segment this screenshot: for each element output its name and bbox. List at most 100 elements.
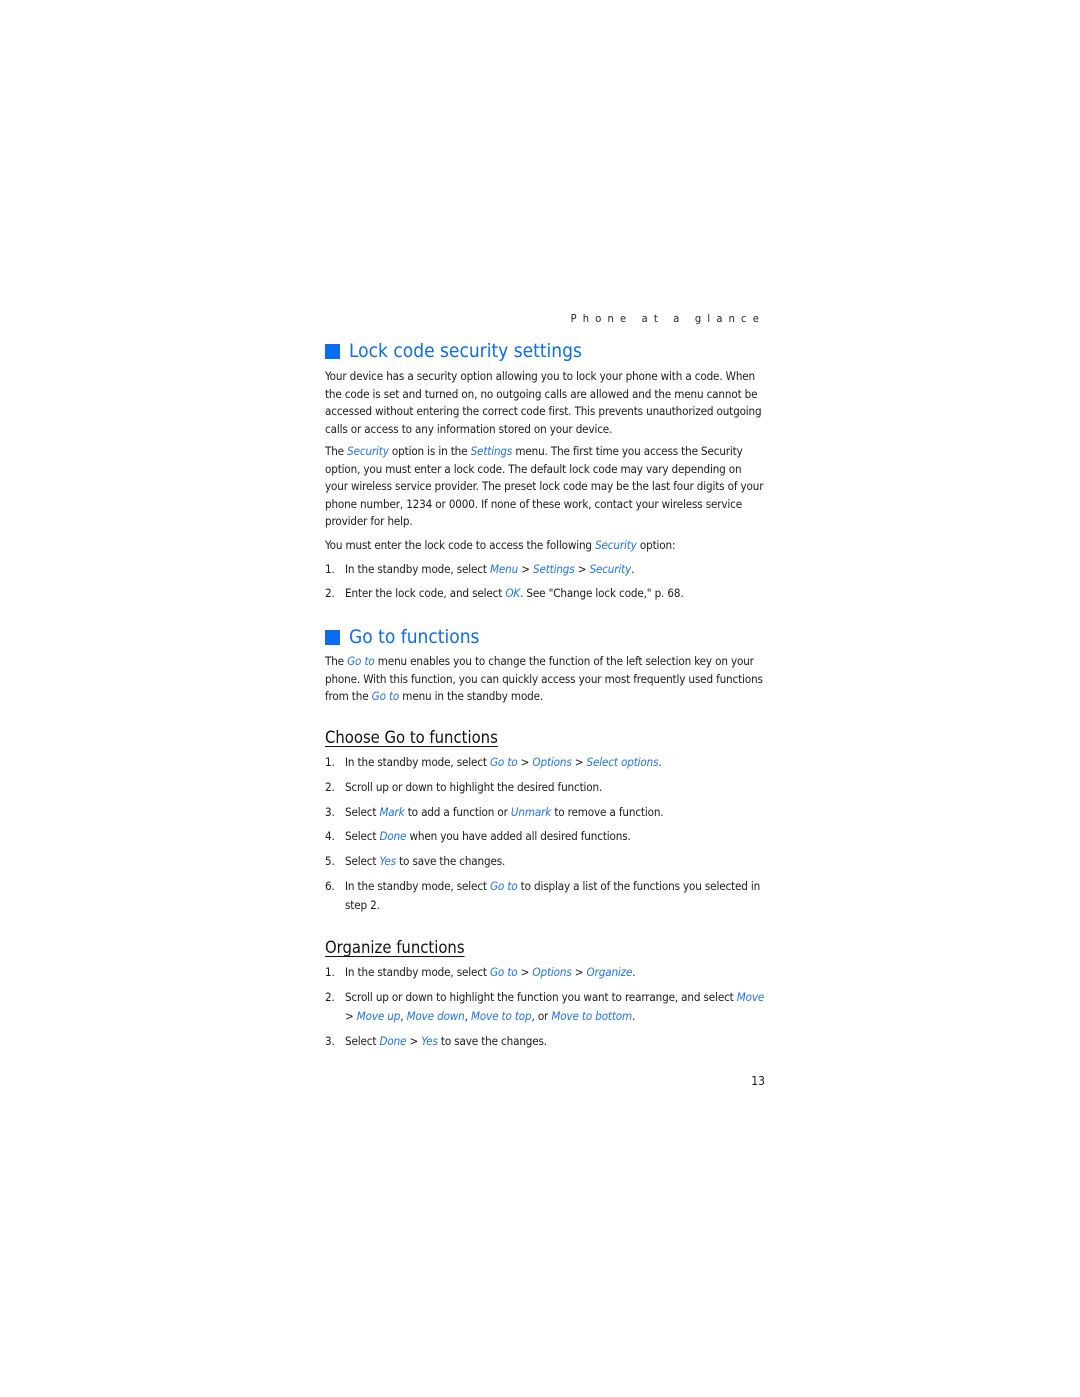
text-run: > [518, 562, 533, 576]
step-text: In the standby mode, select Go to > Opti… [345, 753, 767, 772]
step-text: Select Mark to add a function or Unmark … [345, 803, 767, 822]
step-item: 6. In the standby mode, select Go to to d… [325, 877, 767, 915]
text-run: , or [531, 1009, 552, 1023]
step-item: 1. In the standby mode, select Go to > Op… [325, 753, 767, 772]
text-run: to save the changes. [395, 854, 506, 868]
step-number: 3. [325, 1034, 335, 1048]
step-number: 1. [325, 755, 335, 769]
text-run: to remove a function. [551, 805, 664, 819]
menu-path-term: Options [532, 965, 572, 979]
menu-path-term: Settings [532, 562, 575, 576]
text-run: to add a function or [404, 805, 511, 819]
menu-path-term: Options [532, 755, 572, 769]
step-item: 3. Select Done > Yes to save the changes. [325, 1032, 767, 1051]
text-run: > [517, 965, 533, 979]
menu-path-term: Go to [490, 879, 518, 893]
text-run: Scroll up or down to highlight the desir… [345, 780, 603, 794]
step-item: 1. In the standby mode, select Menu > Set… [325, 560, 767, 579]
step-item: 1. In the standby mode, select Go to > Op… [325, 963, 767, 982]
menu-path-term: Done [379, 829, 407, 843]
menu-path-term: Go to [490, 965, 518, 979]
text-run: In the standby mode, select [345, 879, 490, 893]
text-run: when you have added all desired function… [406, 829, 631, 843]
step-text: Select Done > Yes to save the changes. [345, 1032, 767, 1051]
text-run: Select [345, 829, 380, 843]
step-text: Enter the lock code, and select OK. See … [345, 584, 767, 603]
step-item: 3. Select Mark to add a function or Unmar… [325, 803, 767, 822]
step-item: 2. Scroll up or down to highlight the fun… [325, 988, 767, 1026]
text-run: In the standby mode, select [345, 562, 490, 576]
subheading-organize: Organize functions [325, 938, 465, 957]
subheading-choose-go-to: Choose Go to functions [325, 728, 498, 747]
text-run: Select [345, 805, 380, 819]
menu-path-term: Security [347, 444, 389, 458]
text-run: > [517, 755, 533, 769]
step-item: 4. Select Done when you have added all de… [325, 827, 767, 846]
text-run: > [571, 965, 587, 979]
text-run: . [632, 965, 636, 979]
text-run: to save the changes. [437, 1034, 547, 1048]
menu-path-term: Yes [379, 854, 396, 868]
heading-square-icon [325, 343, 340, 359]
menu-path-term: Settings [470, 444, 513, 458]
text-run: option: [636, 538, 676, 552]
text-run: . See "Change lock code," p. 68. [520, 586, 684, 600]
text-run: . [631, 562, 635, 576]
text-run: In the standby mode, select [345, 755, 490, 769]
step-text: In the standby mode, select Go to to dis… [345, 877, 767, 915]
running-head: Phone at a glance [570, 312, 765, 325]
menu-path-term: Select options [586, 755, 659, 769]
text-run: You must enter the lock code to access t… [325, 538, 596, 552]
text-run: > [406, 1034, 422, 1048]
goto-intro-paragraph: The Go to menu enables you to change the… [325, 653, 767, 706]
text-run: > [574, 562, 590, 576]
heading-square-icon [325, 629, 340, 645]
section-heading-lock-code: Lock code security settings [325, 340, 582, 362]
step-text: Scroll up or down to highlight the funct… [345, 988, 767, 1026]
menu-path-term: Go to [490, 755, 518, 769]
text-run: Scroll up or down to highlight the funct… [345, 990, 737, 1004]
step-text: Select Done when you have added all desi… [345, 827, 767, 846]
heading-text: Go to functions [349, 626, 480, 648]
menu-path-term: Menu [490, 562, 519, 576]
step-item: 2. Scroll up or down to highlight the des… [325, 778, 767, 797]
step-text: In the standby mode, select Go to > Opti… [345, 963, 767, 982]
text-run: Enter the lock code, and select [345, 586, 506, 600]
step-item: 2. Enter the lock code, and select OK. Se… [325, 584, 767, 603]
text-run: menu in the standby mode. [399, 689, 544, 704]
text-run: Select [345, 854, 380, 868]
step-number: 1. [325, 965, 335, 979]
page-number: 13 [751, 1074, 765, 1088]
text-run: . [632, 1009, 636, 1023]
menu-path-term: Move down [406, 1009, 465, 1023]
step-item: 5. Select Yes to save the changes. [325, 852, 767, 871]
text-run: Select [345, 1034, 380, 1048]
text-run: > [571, 755, 587, 769]
menu-path-term: Mark [379, 805, 405, 819]
menu-path-term: OK [505, 586, 521, 600]
step-number: 4. [325, 829, 335, 843]
menu-path-term: Done [379, 1034, 407, 1048]
step-number: 3. [325, 805, 335, 819]
text-run: > [345, 1009, 357, 1023]
lock-security-paragraph: The Security option is in the Settings m… [325, 443, 767, 531]
lock-intro-paragraph: Your device has a security option allowi… [325, 369, 762, 436]
step-text: Select Yes to save the changes. [345, 852, 767, 871]
heading-text: Lock code security settings [349, 340, 582, 362]
text-run: The [325, 654, 348, 668]
menu-path-term: Security [595, 538, 637, 552]
menu-path-term: Go to [371, 689, 400, 704]
menu-path-term: Security [589, 562, 632, 576]
lock-access-paragraph: You must enter the lock code to access t… [325, 537, 767, 555]
text-run: In the standby mode, select [345, 965, 490, 979]
step-number: 2. [325, 990, 335, 1004]
menu-path-term: Go to [347, 654, 375, 668]
menu-path-term: Move up [356, 1009, 401, 1023]
menu-path-term: Move to bottom [551, 1009, 633, 1023]
step-number: 1. [325, 562, 335, 576]
step-text: Scroll up or down to highlight the desir… [345, 778, 767, 797]
text-run: . [658, 755, 662, 769]
menu-path-term: Unmark [510, 805, 552, 819]
text-run: The [325, 444, 348, 458]
step-number: 5. [325, 854, 335, 868]
